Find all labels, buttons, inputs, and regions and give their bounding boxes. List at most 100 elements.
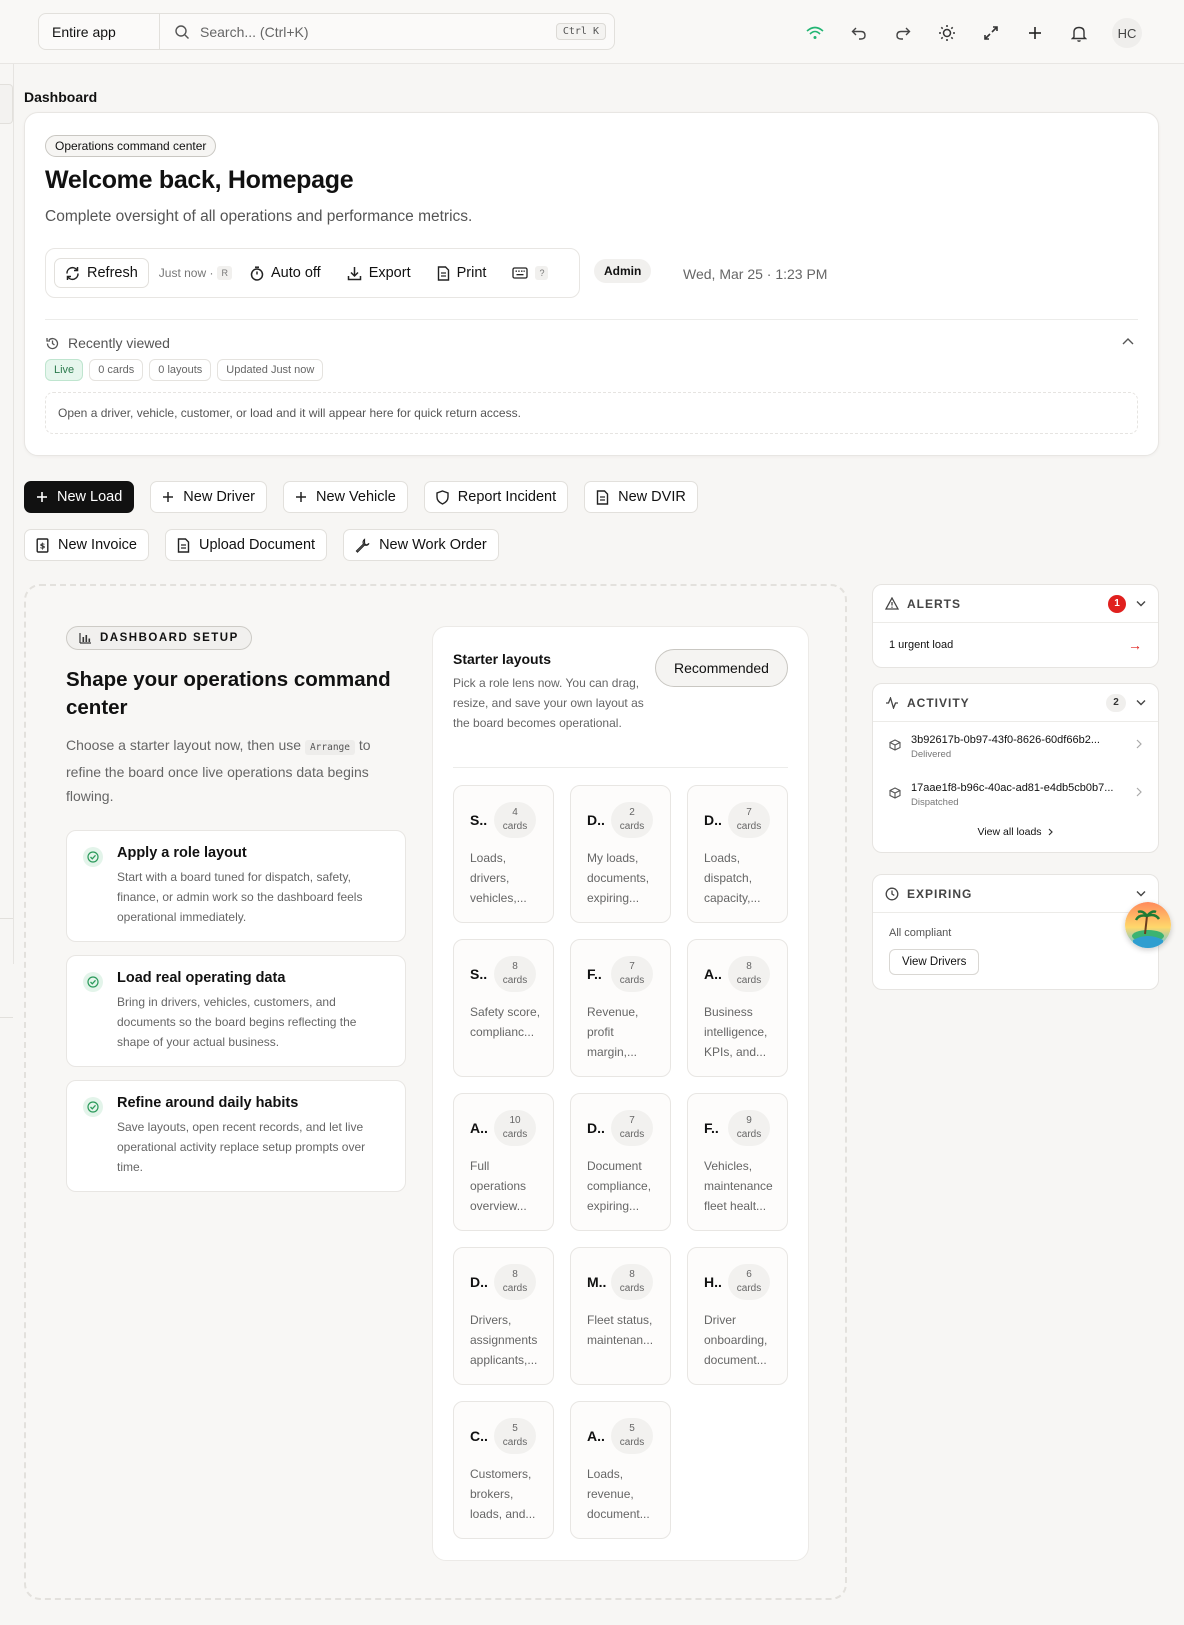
new-vehicle-button[interactable]: New Vehicle — [283, 481, 408, 513]
layout-card[interactable]: D.. 7 cards Loads, dispatch, capacity,... — [687, 785, 788, 923]
new-invoice-button[interactable]: $ New Invoice — [24, 529, 149, 561]
warning-icon — [885, 597, 899, 610]
collapse-chevron-icon[interactable] — [1122, 337, 1134, 345]
print-button[interactable]: Print — [429, 259, 495, 287]
layout-card[interactable]: D.. 7 cards Document compliance, expiring..… — [570, 1093, 671, 1231]
print-label: Print — [456, 265, 487, 281]
layout-card-count-unit: cards — [736, 1129, 762, 1140]
sun-icon[interactable] — [936, 20, 958, 46]
layout-card[interactable]: S.. 4 cards Loads, drivers, vehicles,... — [453, 785, 554, 923]
undo-icon[interactable] — [848, 20, 870, 46]
bell-icon[interactable] — [1068, 20, 1090, 46]
layout-card[interactable]: F.. 9 cards Vehicles, maintenance fleet hea… — [687, 1093, 788, 1231]
layout-card[interactable]: S.. 8 cards Safety score, complianc... — [453, 939, 554, 1077]
layout-card-count-unit: cards — [619, 1283, 645, 1294]
package-icon — [889, 787, 901, 799]
report-incident-button[interactable]: Report Incident — [423, 481, 569, 513]
layout-card-count: 5 cards — [611, 1418, 653, 1454]
layout-card-description: Customers, brokers, loads, and... — [470, 1467, 536, 1521]
avatar[interactable]: HC — [1112, 18, 1142, 48]
layout-card-count-value: 7 — [629, 1115, 635, 1126]
layout-card-count-unit: cards — [619, 1129, 645, 1140]
layout-card-count-value: 10 — [509, 1115, 521, 1126]
recommended-button[interactable]: Recommended — [655, 649, 788, 687]
shield-icon — [436, 489, 449, 505]
new-load-button[interactable]: New Load — [24, 481, 135, 513]
plus-icon[interactable] — [1024, 20, 1046, 46]
refresh-button[interactable]: Refresh — [54, 258, 149, 288]
activity-item[interactable]: 17aae1f8-b96c-40ac-ad81-e4db5cb0b7... Di… — [873, 770, 1158, 818]
recently-viewed-empty: Open a driver, vehicle, customer, or loa… — [45, 392, 1138, 434]
search-input[interactable]: Search... (Ctrl+K) Ctrl K — [160, 14, 614, 49]
expiring-header[interactable]: EXPIRING — [873, 875, 1158, 913]
alerts-header[interactable]: ALERTS 1 — [873, 585, 1158, 623]
clock-icon — [885, 887, 899, 901]
new-dvir-button[interactable]: New DVIR — [584, 481, 698, 513]
layout-card-count: 10 cards — [494, 1110, 536, 1146]
layout-card[interactable]: A.. 10 cards Full operations overview... — [453, 1093, 554, 1231]
page-title: Welcome back, Homepage — [45, 166, 354, 194]
redo-icon[interactable] — [892, 20, 914, 46]
layout-card[interactable]: D.. 2 cards My loads, documents, expiring..… — [570, 785, 671, 923]
activity-header[interactable]: ACTIVITY 2 — [873, 684, 1158, 722]
new-dvir-label: New DVIR — [618, 489, 686, 505]
layout-card-count-value: 8 — [512, 961, 518, 972]
new-load-label: New Load — [57, 489, 123, 505]
quick-actions: New Load New Driver New Vehicle Report I… — [24, 481, 724, 561]
activity-item[interactable]: 3b92617b-0b97-43f0-8626-60df66b2... Deli… — [873, 722, 1158, 770]
layout-card[interactable]: M.. 8 cards Fleet status, maintenan... — [570, 1247, 671, 1385]
chevron-right-icon — [1048, 828, 1054, 836]
upload-document-label: Upload Document — [198, 537, 316, 553]
sidebar-rail — [0, 64, 14, 1018]
divider — [453, 767, 788, 768]
view-drivers-button[interactable]: View Drivers — [889, 949, 980, 975]
hero-pill: Operations command center — [45, 135, 217, 157]
expand-icon[interactable] — [980, 20, 1002, 46]
layout-card-count-unit: cards — [736, 1283, 762, 1294]
new-driver-button[interactable]: New Driver — [150, 481, 267, 513]
layout-card-abbr: S.. — [470, 966, 488, 982]
activity-panel: ACTIVITY 2 3b92617b-0b97-43f0-8626-60df6… — [872, 683, 1159, 853]
setup-intro: DASHBOARD SETUP Shape your operations co… — [66, 626, 406, 1192]
sidebar-toggle[interactable] — [0, 84, 13, 124]
step-title: Apply a role layout — [117, 845, 247, 861]
page-subtitle: Complete oversight of all operations and… — [45, 208, 473, 225]
layout-card[interactable]: A.. 8 cards Business intelligence, KPIs, an… — [687, 939, 788, 1077]
auto-refresh-button[interactable]: Auto off — [242, 259, 329, 287]
divider — [45, 319, 1138, 320]
setup-step: Load real operating data Bring in driver… — [66, 955, 406, 1067]
layout-card[interactable]: A.. 5 cards Loads, revenue, document... — [570, 1401, 671, 1539]
layout-card[interactable]: D.. 8 cards Drivers, assignments applicants… — [453, 1247, 554, 1385]
welcome-card: Operations command center Welcome back, … — [24, 112, 1159, 456]
updated-chip: Updated Just now — [217, 359, 324, 381]
plus-icon — [36, 491, 48, 503]
keyboard-shortcuts-button[interactable]: ? — [504, 260, 556, 286]
recently-viewed-title: Recently viewed — [68, 335, 170, 351]
new-work-order-button[interactable]: New Work Order — [343, 529, 499, 561]
activity-icon — [885, 696, 899, 709]
layout-card-abbr: F.. — [587, 966, 602, 982]
view-all-loads-link[interactable]: View all loads — [873, 818, 1158, 852]
layout-card-count: 4 cards — [494, 802, 536, 838]
layout-card[interactable]: C.. 5 cards Customers, brokers, loads, and.… — [453, 1401, 554, 1539]
layout-card-count-value: 7 — [746, 807, 752, 818]
layout-card-abbr: M.. — [587, 1274, 607, 1290]
wrench-icon — [355, 537, 370, 553]
search-scope-select[interactable]: Entire app — [39, 14, 160, 49]
invoice-icon: $ — [36, 537, 49, 553]
alert-item[interactable]: 1 urgent load → — [873, 623, 1158, 667]
layout-card-description: Full operations overview... — [470, 1159, 527, 1213]
upload-document-button[interactable]: Upload Document — [164, 529, 328, 561]
starter-layouts: Starter layouts Pick a role lens now. Yo… — [432, 626, 809, 1561]
layout-card-description: Revenue, profit margin,... — [587, 1005, 639, 1059]
starter-title: Starter layouts — [453, 651, 552, 667]
export-button[interactable]: Export — [339, 259, 419, 287]
wifi-icon[interactable] — [804, 20, 826, 46]
layout-card-count-value: 7 — [629, 961, 635, 972]
assistant-avatar-button[interactable] — [1125, 902, 1171, 948]
search-scope-label: Entire app — [52, 23, 116, 40]
layout-card[interactable]: H.. 6 cards Driver onboarding, document... — [687, 1247, 788, 1385]
document-icon — [596, 489, 609, 505]
layout-card[interactable]: F.. 7 cards Revenue, profit margin,... — [570, 939, 671, 1077]
activity-count-badge: 2 — [1106, 693, 1126, 712]
